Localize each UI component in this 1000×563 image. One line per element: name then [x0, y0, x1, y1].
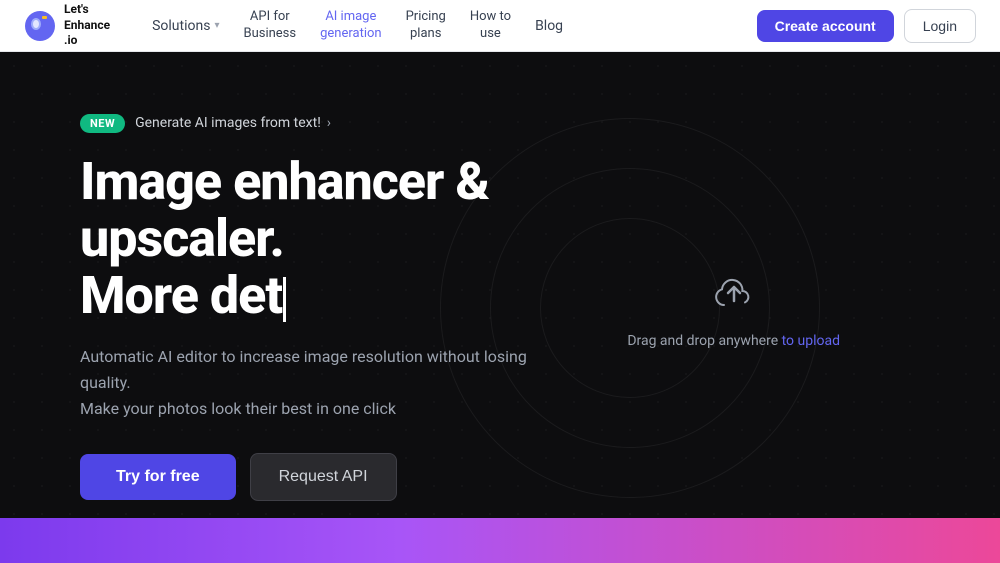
login-button[interactable]: Login	[904, 9, 976, 43]
upload-link[interactable]: to upload	[782, 333, 840, 349]
upload-area[interactable]: Drag and drop anywhere to upload	[627, 267, 840, 349]
chevron-down-icon: ▾	[214, 20, 219, 31]
nav-item-how-to-use[interactable]: How touse	[460, 3, 521, 49]
nav-links: Solutions ▾ API forBusiness AI imagegene…	[142, 3, 725, 49]
upload-label: Drag and drop anywhere to upload	[627, 333, 840, 349]
try-for-free-button[interactable]: Try for free	[80, 454, 236, 500]
bottom-gradient-bar	[0, 518, 1000, 563]
hero-buttons: Try for free Request API	[80, 453, 540, 501]
nav-item-api[interactable]: API forBusiness	[233, 3, 306, 49]
hero-section: NEW Generate AI images from text! › Imag…	[0, 52, 1000, 563]
nav-item-ai-image[interactable]: AI imagegeneration	[310, 3, 392, 49]
upload-cloud-icon	[708, 267, 760, 319]
hero-subtitle: Automatic AI editor to increase image re…	[80, 344, 540, 421]
nav-item-pricing[interactable]: Pricingplans	[396, 3, 456, 49]
navbar: Let's Enhance .io Solutions ▾ API forBus…	[0, 0, 1000, 52]
create-account-button[interactable]: Create account	[757, 10, 894, 42]
arrow-right-icon: ›	[327, 115, 331, 131]
badge-text[interactable]: Generate AI images from text! ›	[135, 115, 331, 131]
text-cursor	[283, 277, 286, 321]
nav-item-blog[interactable]: Blog	[525, 12, 573, 40]
new-badge-row: NEW Generate AI images from text! ›	[80, 114, 540, 133]
nav-item-solutions[interactable]: Solutions ▾	[142, 12, 229, 40]
request-api-button[interactable]: Request API	[250, 453, 397, 501]
hero-content: NEW Generate AI images from text! › Imag…	[0, 114, 620, 501]
logo[interactable]: Let's Enhance .io	[24, 2, 110, 49]
logo-text: Let's Enhance .io	[64, 2, 110, 49]
hero-title: Image enhancer & upscaler. More det	[80, 153, 540, 325]
logo-icon	[24, 10, 56, 42]
new-badge: NEW	[80, 114, 125, 133]
nav-actions: Create account Login	[757, 9, 976, 43]
